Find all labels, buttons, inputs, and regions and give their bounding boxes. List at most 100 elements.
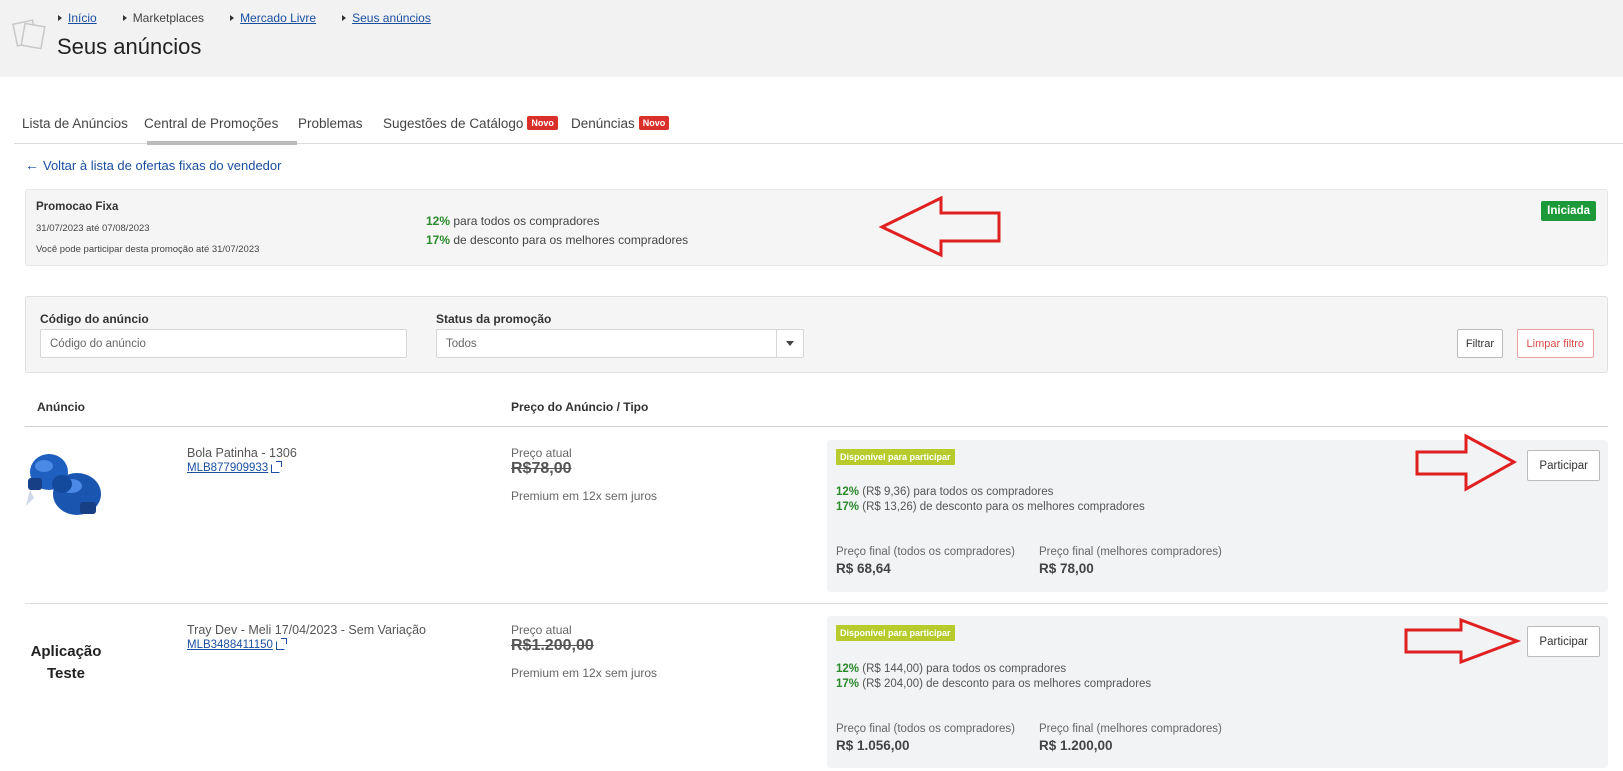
discount-percent: 12% (426, 214, 451, 228)
discount-percent: 12% (836, 663, 860, 675)
price-label: Preço atual (511, 446, 572, 460)
breadcrumb-item-seus-anuncios[interactable]: Seus anúncios (342, 11, 431, 25)
external-link-icon (271, 460, 283, 473)
status-badge: Iniciada (1541, 201, 1596, 221)
external-link-icon (275, 637, 287, 650)
final-price-all-label: Preço final (todos os compradores) (836, 723, 1015, 735)
product-code-link[interactable]: MLB3488411150 (187, 637, 287, 651)
price-label: Preço atual (511, 623, 572, 637)
tab-lista-de-anuncios[interactable]: Lista de Anúncios (22, 112, 128, 134)
offer-line-all: 12% (R$ 144,00) para todos os compradore… (836, 663, 1066, 675)
product-code: MLB877909933 (187, 462, 269, 474)
header-divider (25, 426, 1608, 427)
breadcrumb-link[interactable]: Seus anúncios (352, 11, 431, 25)
final-price-all: R$ 68,64 (836, 561, 891, 576)
breadcrumb-item-marketplaces: Marketplaces (122, 11, 205, 25)
status-select[interactable]: Todos (436, 329, 804, 358)
new-badge: Novo (638, 116, 670, 130)
offer-line-best: 17% (R$ 204,00) de desconto para os melh… (836, 678, 1151, 690)
listing-type: Premium em 12x sem juros (511, 489, 658, 503)
final-price-all: R$ 1.056,00 (836, 738, 910, 753)
promotion-title: Promocao Fixa (36, 201, 119, 213)
breadcrumb-link[interactable]: Início (68, 11, 97, 25)
promotion-deadline: Você pode participar desta promoção até … (36, 244, 260, 255)
current-price: R$78,00 (511, 460, 572, 477)
caret-right-icon (122, 15, 127, 21)
product-image-boxing-gloves (26, 454, 101, 515)
tab-label: Problemas (298, 115, 363, 131)
breadcrumb-item-inicio[interactable]: Início (58, 11, 97, 25)
breadcrumb-item-mercado-livre[interactable]: Mercado Livre (230, 11, 316, 25)
discount-text: (R$ 204,00) de desconto para os melhores… (862, 678, 1152, 690)
caret-right-icon (58, 15, 62, 21)
discount-percent: 12% (836, 486, 860, 498)
breadcrumb-text: Marketplaces (132, 11, 205, 25)
promotion-discount-best: 17% de desconto para os melhores comprad… (426, 233, 688, 247)
promotion-discount-all: 12% para todos os compradores (426, 214, 599, 228)
caret-right-icon (230, 15, 235, 21)
page-title: Seus anúncios (57, 34, 202, 59)
discount-percent: 17% (426, 233, 451, 247)
listing-type: Premium em 12x sem juros (511, 666, 658, 680)
offer-card: Disponível para participar 12% (R$ 9,36)… (827, 440, 1608, 592)
back-link-label: Voltar à lista de ofertas fixas do vende… (43, 157, 282, 173)
column-header-listing: Anúncio (37, 400, 85, 414)
participate-button[interactable]: Participar (1527, 450, 1600, 481)
available-badge: Disponível para participar (836, 625, 955, 641)
discount-percent: 17% (836, 501, 860, 513)
chevron-down-icon[interactable] (776, 330, 803, 357)
code-input-placeholder: Código do anúncio (50, 337, 146, 350)
code-label: Código do anúncio (40, 312, 149, 326)
current-price: R$1.200,00 (511, 637, 594, 654)
breadcrumb-link[interactable]: Mercado Livre (240, 11, 316, 25)
available-badge: Disponível para participar (836, 449, 955, 465)
page-header: Início Marketplaces Mercado Livre Seus a… (0, 0, 1623, 77)
code-input[interactable]: Código do anúncio (40, 329, 407, 358)
arrow-left-icon: ← (25, 157, 39, 173)
tab-label: Sugestões de Catálogo (383, 115, 524, 131)
promotion-summary: Promocao Fixa 31/07/2023 até 07/08/2023 … (25, 189, 1608, 266)
clear-filter-button[interactable]: Limpar filtro (1516, 329, 1594, 358)
tab-sugestoes-de-catalogo[interactable]: Sugestões de Catálogo Novo (383, 112, 558, 134)
discount-text: de desconto para os melhores compradores (453, 233, 689, 247)
offer-line-best: 17% (R$ 13,26) de desconto para os melho… (836, 501, 1145, 513)
final-price-best: R$ 1.200,00 (1039, 738, 1113, 753)
offer-line-all: 12% (R$ 9,36) para todos os compradores (836, 486, 1053, 498)
tab-problemas[interactable]: Problemas (298, 112, 363, 134)
breadcrumb: Início Marketplaces Mercado Livre Seus a… (58, 11, 457, 25)
discount-text: para todos os compradores (453, 214, 600, 228)
product-code-link[interactable]: MLB877909933 (187, 460, 283, 474)
filter-button[interactable]: Filtrar (1456, 329, 1503, 358)
tab-label: Lista de Anúncios (22, 115, 128, 131)
row-divider (25, 603, 1608, 604)
status-select-value: Todos (446, 337, 477, 350)
final-price-best-label: Preço final (melhores compradores) (1039, 723, 1222, 735)
offer-card: Disponível para participar 12% (R$ 144,0… (827, 616, 1608, 768)
final-price-best: R$ 78,00 (1039, 561, 1094, 576)
status-label: Status da promoção (436, 312, 552, 326)
discount-text: (R$ 9,36) para todos os compradores (862, 486, 1054, 498)
final-price-all-label: Preço final (todos os compradores) (836, 546, 1015, 558)
new-badge: Novo (527, 116, 558, 130)
back-link[interactable]: ← Voltar à lista de ofertas fixas do ven… (25, 157, 281, 173)
final-price-best-label: Preço final (melhores compradores) (1039, 546, 1222, 558)
tab-label: Central de Promoções (144, 115, 279, 131)
column-header-price: Preço do Anúncio / Tipo (511, 400, 649, 414)
tab-denuncias[interactable]: Denúncias Novo (571, 112, 670, 134)
active-tab-indicator (147, 141, 297, 145)
tab-bar: Lista de Anúncios Central de Promoções P… (14, 110, 1623, 145)
tab-label: Denúncias (571, 115, 635, 131)
tab-central-de-promocoes[interactable]: Central de Promoções (144, 112, 278, 134)
discount-text: (R$ 13,26) de desconto para os melhores … (862, 501, 1145, 513)
participate-button[interactable]: Participar (1527, 626, 1600, 657)
product-name: Bola Patinha - 1306 (187, 446, 297, 460)
promotion-dates: 31/07/2023 até 07/08/2023 (36, 223, 150, 234)
discount-text: (R$ 144,00) para todos os compradores (862, 663, 1067, 675)
listings-icon (12, 19, 46, 50)
filter-panel: Código do anúncio Código do anúncio Stat… (25, 296, 1608, 373)
discount-percent: 17% (836, 678, 860, 690)
product-code: MLB3488411150 (187, 639, 273, 651)
product-name: Tray Dev - Meli 17/04/2023 - Sem Variaçã… (187, 623, 426, 637)
product-image-placeholder: Aplicação Teste (30, 643, 102, 682)
caret-right-icon (342, 15, 347, 21)
